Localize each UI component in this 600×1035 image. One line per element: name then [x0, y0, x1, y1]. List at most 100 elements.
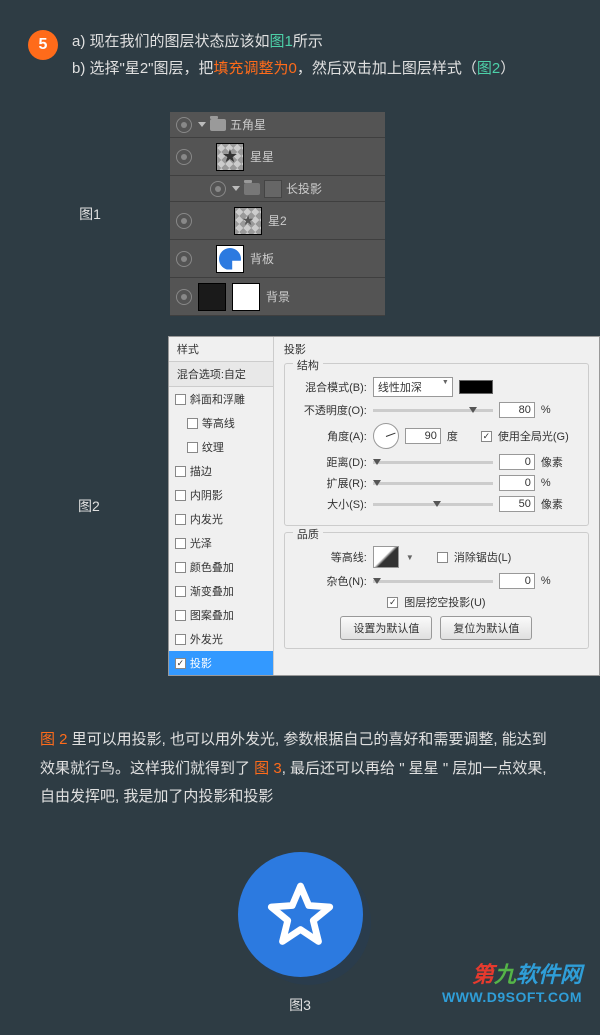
checkbox[interactable]	[175, 490, 186, 501]
checkbox[interactable]	[175, 634, 186, 645]
checkbox[interactable]	[175, 514, 186, 525]
layer-thumb	[216, 245, 244, 273]
style-stroke[interactable]: 描边	[169, 459, 273, 483]
checkbox[interactable]: ✓	[175, 658, 186, 669]
label: 内发光	[190, 511, 223, 527]
distance-input[interactable]: 0	[499, 454, 535, 470]
noise-input[interactable]: 0	[499, 573, 535, 589]
distance-label: 距离(D):	[295, 454, 367, 470]
unit: %	[541, 404, 569, 416]
quality-group: 品质 等高线: ▼ 消除锯齿(L) 杂色(N): 0 %	[284, 532, 589, 649]
checkbox[interactable]	[187, 442, 198, 453]
fig3-label: 图3	[289, 995, 311, 1015]
checkbox[interactable]	[175, 610, 186, 621]
visibility-icon[interactable]	[176, 117, 192, 133]
layer-row-star[interactable]: ★ 星星	[170, 138, 385, 176]
unit: 像素	[541, 454, 569, 470]
style-innershadow[interactable]: 内阴影	[169, 483, 273, 507]
layer-group-row[interactable]: 五角星	[170, 112, 385, 138]
label: 颜色叠加	[190, 559, 234, 575]
layer-row-star2[interactable]: ★ 星2	[170, 202, 385, 240]
style-bevel[interactable]: 斜面和浮雕	[169, 387, 273, 411]
style-texture[interactable]: 纹理	[169, 435, 273, 459]
global-light-checkbox[interactable]: ✓	[481, 431, 492, 442]
wm-char: 网	[560, 962, 582, 987]
spread-slider[interactable]	[373, 482, 493, 485]
knockout-checkbox[interactable]: ✓	[387, 597, 398, 608]
layer-name: 星2	[268, 212, 287, 229]
set-default-button[interactable]: 设置为默认值	[340, 616, 432, 640]
contour-swatch[interactable]	[373, 546, 399, 568]
unit: %	[541, 575, 569, 587]
antialias-checkbox[interactable]	[437, 552, 448, 563]
checkbox[interactable]	[175, 538, 186, 549]
spread-input[interactable]: 0	[499, 475, 535, 491]
star-icon	[263, 877, 338, 952]
layer-row-longshadow[interactable]: 长投影	[170, 176, 385, 202]
unit: %	[541, 477, 569, 489]
opacity-label: 不透明度(O):	[295, 402, 367, 418]
mask-thumb	[232, 283, 260, 311]
unit: 度	[447, 428, 475, 444]
label: 图案叠加	[190, 607, 234, 623]
layer-row-panel[interactable]: 背板	[170, 240, 385, 278]
label: 光泽	[190, 535, 212, 551]
size-input[interactable]: 50	[499, 496, 535, 512]
style-outerglow[interactable]: 外发光	[169, 627, 273, 651]
checkbox[interactable]	[187, 418, 198, 429]
angle-input[interactable]: 90	[405, 428, 441, 444]
layer-row-bg[interactable]: 背景	[170, 278, 385, 316]
fig2-ref: 图2	[477, 60, 500, 77]
size-label: 大小(S):	[295, 496, 367, 512]
style-contour[interactable]: 等高线	[169, 411, 273, 435]
watermark: 第九软件网 WWW.D9SOFT.COM	[442, 957, 582, 1005]
opacity-slider[interactable]	[373, 409, 493, 412]
visibility-icon[interactable]	[176, 149, 192, 165]
text: ，然后双击加上图层样式（	[297, 60, 477, 77]
contour-dropdown-icon[interactable]: ▼	[405, 553, 415, 562]
visibility-icon[interactable]	[210, 181, 226, 197]
blend-options[interactable]: 混合选项:自定	[169, 362, 273, 387]
structure-group: 结构 混合模式(B): 线性加深 不透明度(O): 80 % 角度(A):	[284, 363, 589, 526]
style-innerglow[interactable]: 内发光	[169, 507, 273, 531]
checkbox[interactable]	[175, 466, 186, 477]
expand-icon[interactable]	[232, 186, 240, 191]
angle-dial[interactable]	[373, 423, 399, 449]
label: 描边	[190, 463, 212, 479]
layer-name: 背板	[250, 250, 274, 267]
opacity-input[interactable]: 80	[499, 402, 535, 418]
reset-default-button[interactable]: 复位为默认值	[440, 616, 532, 640]
step-instructions: a) 现在我们的图层状态应该如图1所示 b) 选择"星2"图层，把填充调整为0，…	[0, 0, 600, 102]
blendmode-label: 混合模式(B):	[295, 379, 367, 395]
checkbox[interactable]	[175, 562, 186, 573]
size-slider[interactable]	[373, 503, 493, 506]
fig2-ref-bottom: 图 2	[40, 731, 68, 748]
checkbox[interactable]	[175, 586, 186, 597]
structure-title: 结构	[293, 357, 323, 373]
visibility-icon[interactable]	[176, 289, 192, 305]
step-badge: 5	[28, 30, 58, 60]
checkbox[interactable]	[175, 394, 186, 405]
visibility-icon[interactable]	[176, 251, 192, 267]
style-satin[interactable]: 光泽	[169, 531, 273, 555]
style-patoverlay[interactable]: 图案叠加	[169, 603, 273, 627]
noise-slider[interactable]	[373, 580, 493, 583]
wm-char: 第	[472, 962, 494, 987]
style-dropshadow[interactable]: ✓投影	[169, 651, 273, 675]
expand-icon[interactable]	[198, 122, 206, 127]
label: 渐变叠加	[190, 583, 234, 599]
star-icon-result	[238, 852, 363, 977]
angle-label: 角度(A):	[295, 428, 367, 444]
blendmode-dropdown[interactable]: 线性加深	[373, 377, 453, 397]
fig1-ref: 图1	[270, 33, 293, 50]
color-swatch[interactable]	[459, 380, 493, 394]
style-coloroverlay[interactable]: 颜色叠加	[169, 555, 273, 579]
distance-slider[interactable]	[373, 461, 493, 464]
layer-name: 长投影	[286, 180, 322, 197]
layer-thumb: ★	[216, 143, 244, 171]
style-gradoverlay[interactable]: 渐变叠加	[169, 579, 273, 603]
panel-title: 投影	[284, 341, 589, 357]
text: 所示	[293, 33, 323, 50]
folder-icon	[244, 183, 260, 195]
visibility-icon[interactable]	[176, 213, 192, 229]
